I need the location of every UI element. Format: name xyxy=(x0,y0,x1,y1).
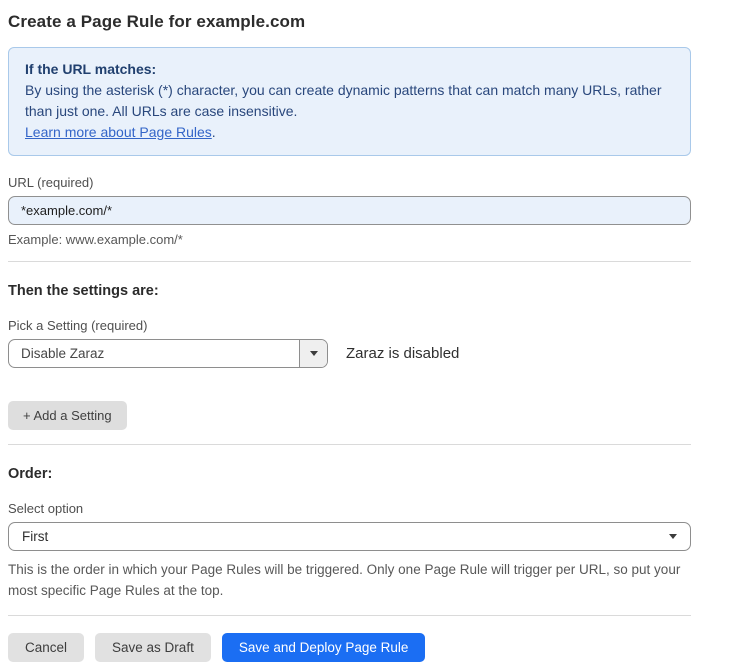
page-title: Create a Page Rule for example.com xyxy=(8,12,691,32)
setting-dropdown-value: Disable Zaraz xyxy=(9,346,104,361)
order-select-label: Select option xyxy=(8,501,691,516)
setting-status-text: Zaraz is disabled xyxy=(346,345,459,362)
link-suffix-period: . xyxy=(212,124,216,140)
order-dropdown-value: First xyxy=(22,529,48,544)
form-actions: Cancel Save as Draft Save and Deploy Pag… xyxy=(8,633,691,662)
divider xyxy=(8,615,691,616)
add-setting-button[interactable]: + Add a Setting xyxy=(8,401,127,430)
form-content: Create a Page Rule for example.com If th… xyxy=(8,12,691,662)
chevron-down-icon xyxy=(310,351,318,356)
url-example-text: Example: www.example.com/* xyxy=(8,232,691,247)
url-label: URL (required) xyxy=(8,175,691,190)
divider xyxy=(8,444,691,445)
order-dropdown[interactable]: First xyxy=(8,522,691,551)
create-page-rule-page: Create a Page Rule for example.com If th… xyxy=(0,0,750,670)
setting-dropdown[interactable]: Disable Zaraz xyxy=(8,339,328,368)
order-section-heading: Order: xyxy=(8,466,691,482)
cancel-button[interactable]: Cancel xyxy=(8,633,84,662)
save-and-deploy-button[interactable]: Save and Deploy Page Rule xyxy=(222,633,426,662)
info-box-link-line: Learn more about Page Rules. xyxy=(25,122,674,143)
order-help-text: This is the order in which your Page Rul… xyxy=(8,559,691,601)
url-match-info-box: If the URL matches: By using the asteris… xyxy=(8,47,691,156)
pick-setting-label: Pick a Setting (required) xyxy=(8,318,691,333)
setting-dropdown-arrow-button[interactable] xyxy=(299,340,327,367)
settings-section-heading: Then the settings are: xyxy=(8,283,691,299)
url-input[interactable] xyxy=(8,196,691,225)
setting-row: Disable Zaraz Zaraz is disabled xyxy=(8,339,691,368)
info-box-body: By using the asterisk (*) character, you… xyxy=(25,80,674,122)
chevron-down-icon xyxy=(669,534,677,539)
learn-more-page-rules-link[interactable]: Learn more about Page Rules xyxy=(25,124,212,140)
info-box-heading: If the URL matches: xyxy=(25,59,674,80)
divider xyxy=(8,261,691,262)
save-as-draft-button[interactable]: Save as Draft xyxy=(95,633,211,662)
